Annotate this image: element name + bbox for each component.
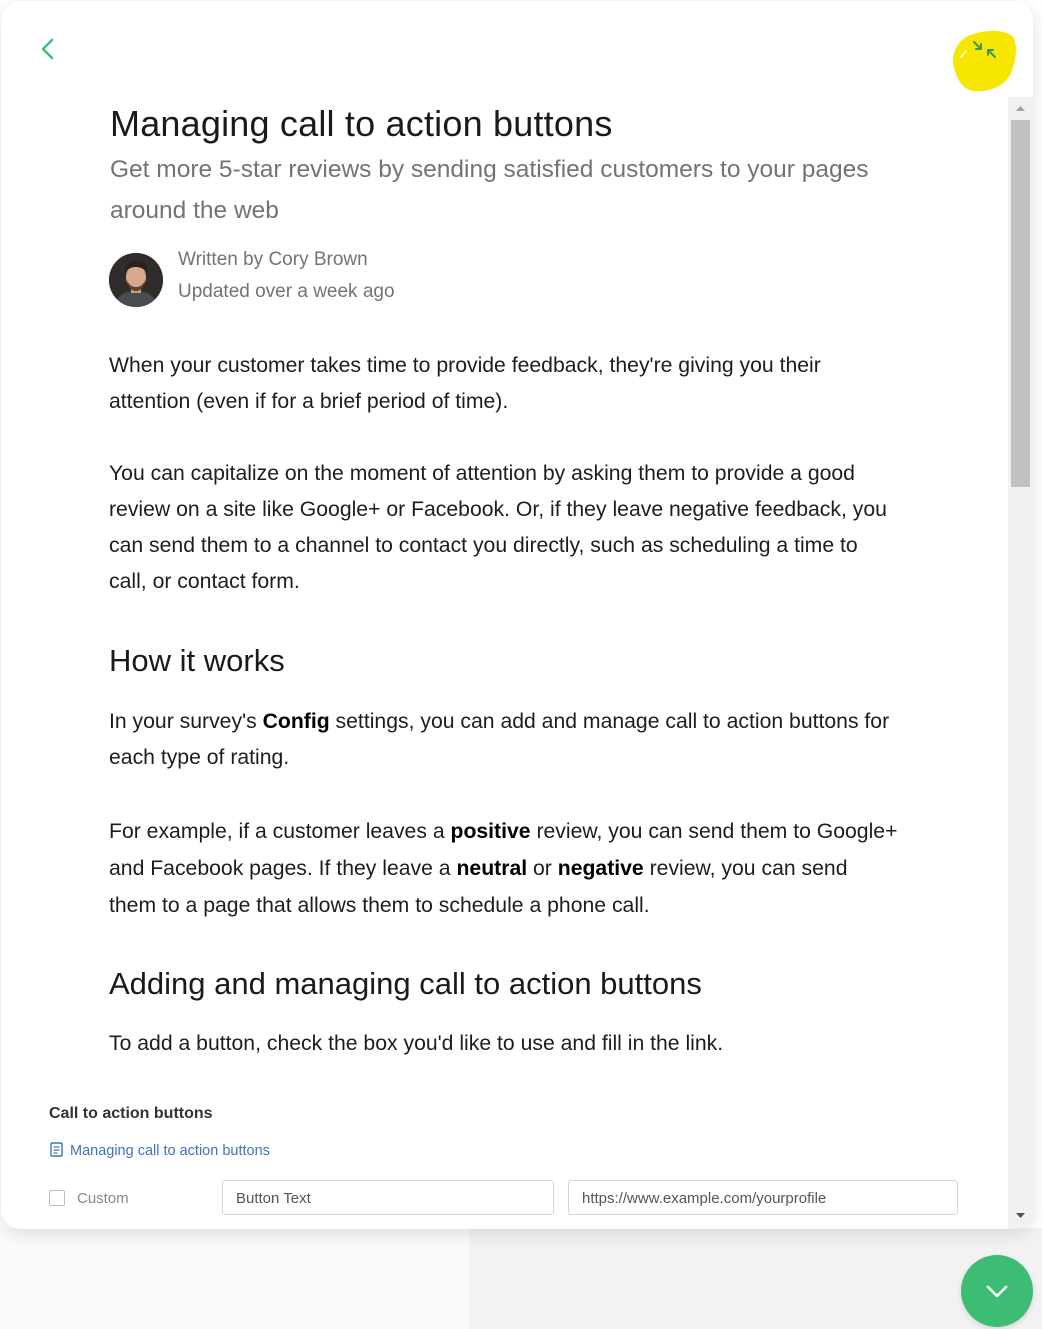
config-emphasis: Config — [262, 710, 330, 733]
scroll-up-arrow[interactable] — [1008, 101, 1033, 117]
intro-paragraph-2: You can capitalize on the moment of atte… — [109, 462, 887, 593]
how-paragraph-2: For example, if a customer leaves a posi… — [109, 820, 898, 917]
url-field[interactable]: https://www.example.com/yourprofile — [568, 1180, 958, 1215]
document-icon — [50, 1142, 63, 1157]
collapse-arrows-icon — [952, 30, 1016, 92]
intro-paragraph-1: When your customer takes time to provide… — [109, 354, 821, 413]
chevron-down-icon — [986, 1285, 1008, 1298]
custom-checkbox[interactable] — [49, 1190, 65, 1206]
back-button[interactable] — [35, 35, 63, 65]
author-name: Written by Cory Brown — [178, 249, 368, 270]
doc-link-label: Managing call to action buttons — [70, 1143, 270, 1159]
doc-link[interactable]: Managing call to action buttons — [50, 1142, 270, 1159]
button-text-field[interactable]: Button Text — [222, 1180, 554, 1215]
scroll-down-arrow[interactable] — [1008, 1207, 1033, 1223]
article-panel: Managing call to action buttons Get more… — [1, 1, 1033, 1229]
heading-how-it-works: How it works — [109, 643, 285, 678]
adding-paragraph: To add a button, check the box you'd lik… — [109, 1032, 724, 1055]
heading-adding-buttons: Adding and managing call to action butto… — [109, 966, 702, 1001]
collapse-button[interactable] — [949, 27, 1019, 95]
embedded-screenshot: Call to action buttons Managing call to … — [1, 1079, 1008, 1229]
messenger-launcher-button[interactable] — [961, 1255, 1033, 1327]
article-title: Managing call to action buttons — [110, 103, 613, 144]
custom-checkbox-label: Custom — [77, 1190, 129, 1207]
scrollbar-thumb[interactable] — [1011, 120, 1030, 487]
chevron-left-icon — [41, 38, 54, 60]
how-paragraph-1: In your survey's Config settings, you ca… — [109, 710, 890, 769]
neutral-emphasis: neutral — [456, 857, 528, 880]
background-right — [470, 1228, 1042, 1329]
cta-section-title: Call to action buttons — [49, 1105, 213, 1122]
negative-emphasis: negative — [557, 857, 644, 880]
updated-timestamp: Updated over a week ago — [178, 281, 395, 302]
background-left — [0, 1228, 470, 1329]
vertical-scrollbar[interactable] — [1008, 97, 1033, 1229]
author-avatar — [109, 253, 163, 307]
article-subtitle: Get more 5-star reviews by sending satis… — [110, 156, 869, 224]
positive-emphasis: positive — [450, 820, 531, 843]
